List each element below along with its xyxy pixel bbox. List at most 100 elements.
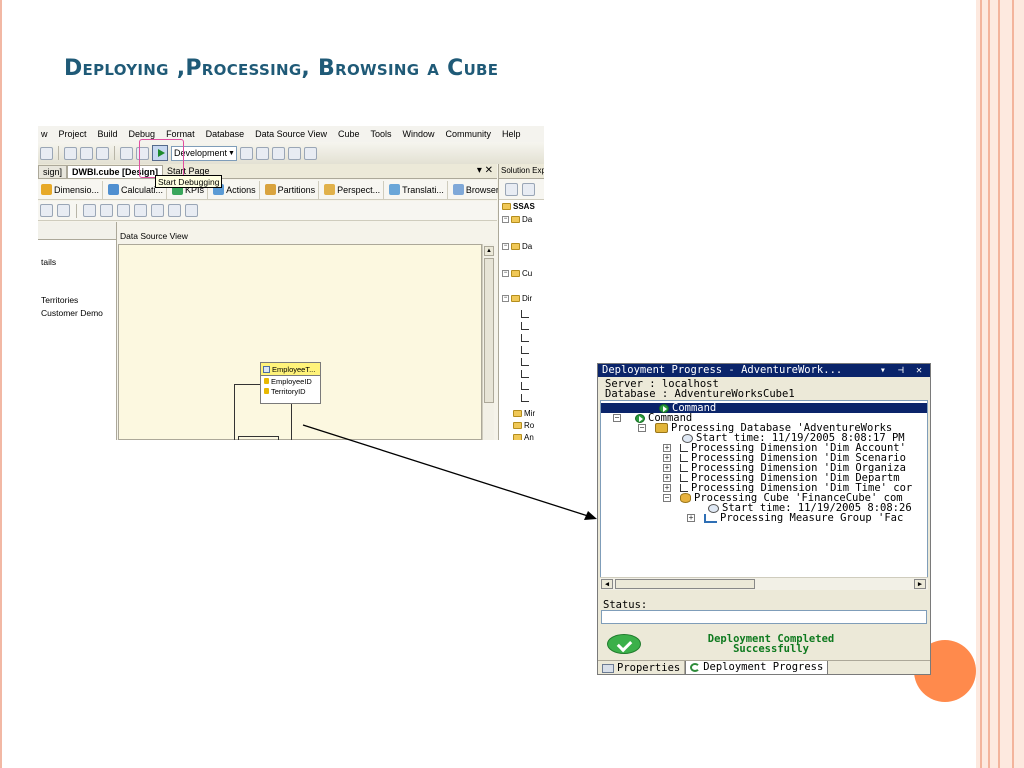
dimension-node[interactable] xyxy=(521,394,529,402)
document-window-controls[interactable]: ▾ ✕ xyxy=(477,165,493,176)
find-icon[interactable] xyxy=(240,146,253,160)
menu-item[interactable]: Window xyxy=(403,129,435,139)
tree-node[interactable]: − Dir xyxy=(502,294,532,303)
deployment-horizontal-scrollbar[interactable]: ◀ ▶ xyxy=(600,577,928,590)
copy-icon[interactable] xyxy=(80,146,93,160)
arrange-icon[interactable] xyxy=(185,204,198,217)
expand-icon[interactable]: + xyxy=(687,514,695,522)
list-item[interactable]: tails xyxy=(41,257,56,267)
column-name: EmployeeID xyxy=(271,376,312,386)
solution-root[interactable]: SSAS xyxy=(502,202,535,211)
employee-territory-table[interactable]: EmployeeT... EmployeeID TerritoryID xyxy=(260,362,321,404)
tab-dimension-usage[interactable]: Dimensio... xyxy=(38,180,104,199)
dsv-vertical-scrollbar[interactable]: ▲ xyxy=(482,244,494,440)
new-measure-icon[interactable] xyxy=(57,204,70,217)
collapse-icon[interactable]: − xyxy=(502,216,509,223)
tree-node[interactable]: + Processing Measure Group 'Fac xyxy=(687,513,903,523)
dimension-node[interactable] xyxy=(521,346,529,354)
menu-item[interactable]: w xyxy=(41,129,48,139)
node-label: Ro xyxy=(524,421,535,430)
tab-browser[interactable]: Browser xyxy=(450,180,503,199)
tab-partitions[interactable]: Partitions xyxy=(262,180,320,199)
expand-icon[interactable]: + xyxy=(663,474,671,482)
toolbar-separator xyxy=(58,146,59,160)
menu-item[interactable]: Database xyxy=(206,129,245,139)
collapse-icon[interactable]: − xyxy=(502,295,509,302)
menu-item[interactable]: Community xyxy=(446,129,492,139)
properties-icon[interactable] xyxy=(256,146,269,160)
paste-icon[interactable] xyxy=(96,146,109,160)
tab-label: Deployment Progress xyxy=(703,661,824,673)
properties-icon[interactable] xyxy=(505,182,518,196)
move-down-icon[interactable] xyxy=(117,204,130,217)
tree-node[interactable]: Ro xyxy=(513,421,534,430)
data-source-view-canvas[interactable] xyxy=(118,244,482,440)
dimension-node[interactable] xyxy=(521,310,529,318)
tab-dsv-design[interactable]: sign] xyxy=(38,165,68,178)
tree-node[interactable]: − Da xyxy=(502,215,532,224)
tab-translations[interactable]: Translati... xyxy=(386,180,448,199)
tab-deployment-progress[interactable]: Deployment Progress xyxy=(685,661,829,674)
show-all-files-icon[interactable] xyxy=(522,182,535,196)
toolbox-icon[interactable] xyxy=(272,146,285,160)
window-controls[interactable]: ▾ ⊣ ✕ xyxy=(880,364,925,377)
expand-icon[interactable]: + xyxy=(663,454,671,462)
save-icon[interactable] xyxy=(40,146,53,160)
partition-icon xyxy=(264,184,276,195)
dimension-node[interactable] xyxy=(521,322,529,330)
scrollbar-thumb[interactable] xyxy=(484,258,494,403)
run-icon xyxy=(635,413,645,423)
move-up-icon[interactable] xyxy=(100,204,113,217)
menu-item[interactable]: Cube xyxy=(338,129,360,139)
scroll-left-icon[interactable]: ◀ xyxy=(601,579,613,589)
collapse-icon[interactable]: − xyxy=(663,494,671,502)
dimension-node[interactable] xyxy=(521,370,529,378)
table-column[interactable]: EmployeeID xyxy=(261,376,320,386)
menu-item[interactable]: Project xyxy=(59,129,87,139)
list-item[interactable]: Territories xyxy=(41,295,78,305)
list-item[interactable]: Customer Demo xyxy=(41,308,103,318)
undo-icon[interactable] xyxy=(120,146,133,160)
tree-node[interactable]: − Cu xyxy=(502,269,532,278)
collapse-icon[interactable]: − xyxy=(638,424,646,432)
dimension-icon xyxy=(521,322,529,330)
tree-node[interactable]: − Da xyxy=(502,242,532,251)
zoom-icon[interactable] xyxy=(168,204,181,217)
menu-item[interactable]: Debug xyxy=(129,129,156,139)
menu-item[interactable]: Data Source View xyxy=(255,129,327,139)
tree-node[interactable]: An xyxy=(513,433,534,440)
dimension-icon xyxy=(680,464,688,472)
menu-item[interactable]: Tools xyxy=(371,129,392,139)
more-icon[interactable] xyxy=(304,146,317,160)
menu-item[interactable]: Help xyxy=(502,129,521,139)
dimension-node[interactable] xyxy=(521,358,529,366)
tab-perspectives[interactable]: Perspect... xyxy=(321,180,385,199)
collapse-icon[interactable]: − xyxy=(502,270,509,277)
node-label: An xyxy=(524,433,534,440)
dimension-icon xyxy=(680,484,688,492)
cut-icon[interactable] xyxy=(64,146,77,160)
menu-item[interactable]: Format xyxy=(166,129,195,139)
scrollbar-thumb[interactable] xyxy=(615,579,755,589)
scroll-right-icon[interactable]: ▶ xyxy=(914,579,926,589)
scroll-up-icon[interactable]: ▲ xyxy=(484,246,494,256)
diagram-icon[interactable] xyxy=(151,204,164,217)
tree-node[interactable]: Mir xyxy=(513,409,535,418)
delete-icon[interactable] xyxy=(83,204,96,217)
table-icon[interactable] xyxy=(134,204,147,217)
dimension-node[interactable] xyxy=(521,334,529,342)
expand-icon[interactable]: + xyxy=(663,464,671,472)
tab-properties[interactable]: Properties xyxy=(598,661,686,674)
deployment-tree[interactable]: Command − Command − Processing Database 'A… xyxy=(600,400,928,590)
cube-designer-tabs: Dimensio... Calculati... KPIs Actions Pa… xyxy=(38,180,503,200)
collapse-icon[interactable]: − xyxy=(502,243,509,250)
collapse-icon[interactable]: − xyxy=(613,414,621,422)
expand-icon[interactable]: + xyxy=(663,444,671,452)
grid-icon[interactable] xyxy=(40,204,53,217)
dimension-node[interactable] xyxy=(521,382,529,390)
menu-item[interactable]: Build xyxy=(98,129,118,139)
table-column[interactable]: TerritoryID xyxy=(261,386,320,396)
dimension-icon xyxy=(680,444,688,452)
output-icon[interactable] xyxy=(288,146,301,160)
expand-icon[interactable]: + xyxy=(663,484,671,492)
